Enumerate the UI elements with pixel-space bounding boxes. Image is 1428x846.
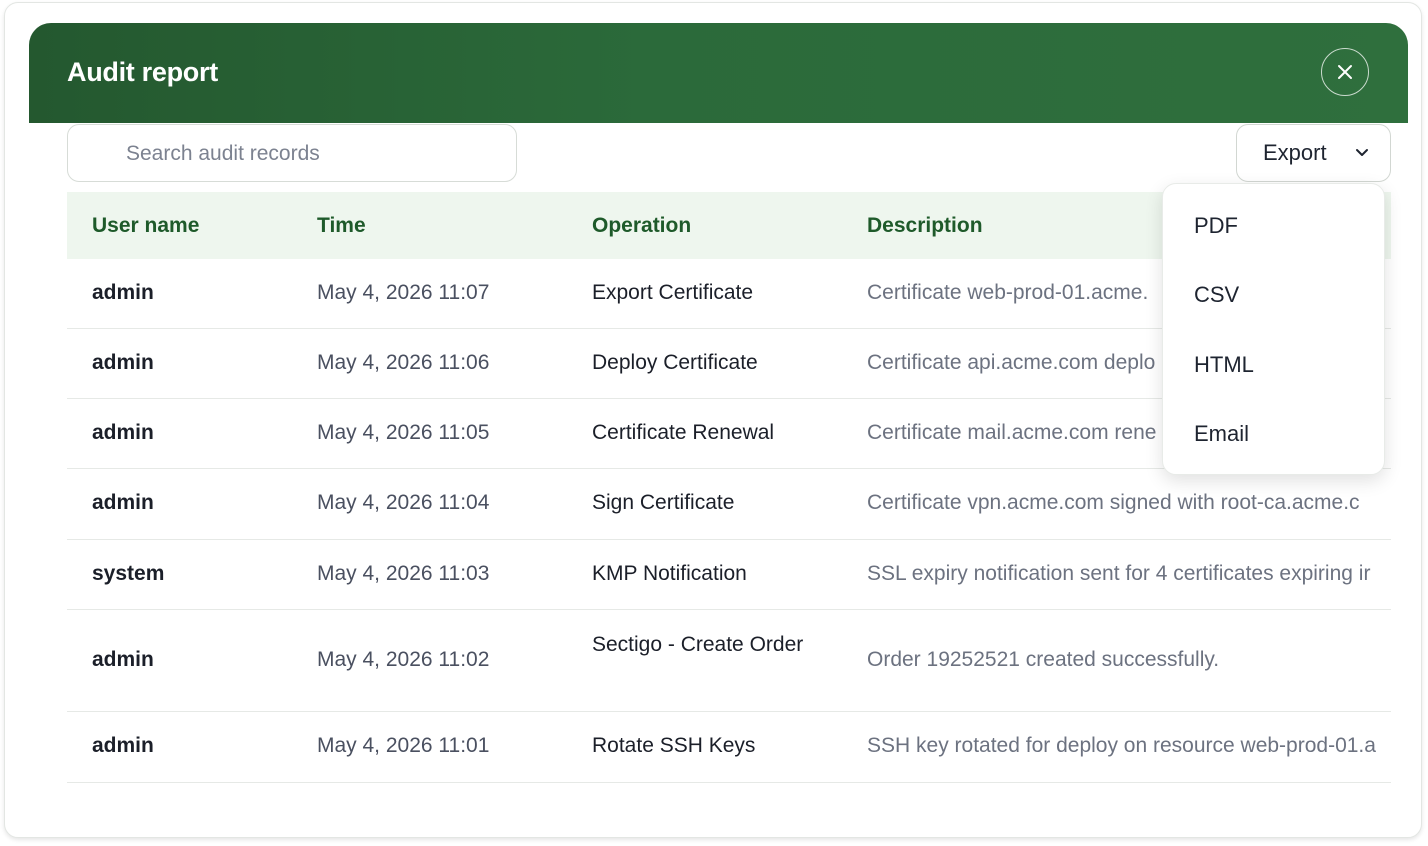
cell-user: admin	[92, 491, 154, 514]
close-button[interactable]	[1321, 48, 1369, 96]
cell-operation: KMP Notification	[592, 562, 747, 585]
cell-time: May 4, 2026 11:01	[317, 734, 490, 757]
export-option-label: CSV	[1194, 282, 1240, 307]
cell-operation: Certificate Renewal	[592, 421, 775, 444]
cell-description: Order 19252521 created successfully.	[867, 648, 1220, 671]
cell-description: Certificate vpn.acme.com signed with roo…	[867, 491, 1360, 514]
close-icon	[1338, 65, 1352, 79]
column-header-user-name[interactable]: User name	[92, 214, 199, 238]
export-option-label: HTML	[1194, 352, 1254, 377]
cell-description: SSL expiry notification sent for 4 certi…	[867, 562, 1371, 585]
cell-user: admin	[92, 648, 154, 671]
cell-time: May 4, 2026 11:06	[317, 351, 490, 374]
cell-operation: Rotate SSH Keys	[592, 734, 756, 757]
export-option-csv[interactable]: CSV	[1163, 263, 1384, 325]
export-option-label: Email	[1194, 421, 1250, 446]
table-row[interactable]: system May 4, 2026 11:03 KMP Notificatio…	[67, 540, 1391, 610]
chevron-down-icon	[1356, 149, 1368, 156]
search-box	[67, 124, 517, 183]
cell-operation: Deploy Certificate	[592, 351, 758, 374]
search-input[interactable]	[124, 125, 508, 183]
cell-user: admin	[92, 281, 154, 304]
cell-user: system	[92, 562, 165, 585]
cell-operation: Export Certificate	[592, 281, 754, 304]
column-header-operation[interactable]: Operation	[592, 214, 691, 238]
cell-description: SSH key rotated for deploy on resource w…	[867, 734, 1376, 757]
export-option-label: PDF	[1194, 213, 1238, 238]
export-label: Export	[1263, 140, 1327, 165]
column-header-time[interactable]: Time	[317, 214, 366, 238]
cell-user: admin	[92, 351, 154, 374]
dialog-header: Audit report	[29, 23, 1408, 123]
table-row[interactable]: admin May 4, 2026 11:04 Sign Certificate…	[67, 469, 1391, 540]
export-option-email[interactable]: Email	[1163, 402, 1384, 464]
cell-operation: Sign Certificate	[592, 491, 735, 514]
export-button[interactable]: Export	[1236, 124, 1391, 182]
cell-operation: Sectigo - Create Order	[592, 633, 804, 656]
cell-time: May 4, 2026 11:02	[317, 648, 490, 671]
cell-time: May 4, 2026 11:07	[317, 281, 490, 304]
table-row[interactable]: admin May 4, 2026 11:01 Rotate SSH Keys …	[67, 712, 1391, 783]
cell-time: May 4, 2026 11:03	[317, 562, 490, 585]
cell-time: May 4, 2026 11:04	[317, 491, 490, 514]
export-dropdown-menu: PDF CSV HTML Email	[1162, 183, 1385, 475]
dialog-title: Audit report	[67, 57, 218, 87]
table-row[interactable]: admin May 4, 2026 11:02 Sectigo - Create…	[67, 610, 1391, 712]
column-header-description[interactable]: Description	[867, 214, 983, 238]
cell-user: admin	[92, 421, 154, 444]
export-option-html[interactable]: HTML	[1163, 333, 1384, 395]
cell-user: admin	[92, 734, 154, 757]
export-option-pdf[interactable]: PDF	[1163, 194, 1384, 256]
cell-time: May 4, 2026 11:05	[317, 421, 490, 444]
